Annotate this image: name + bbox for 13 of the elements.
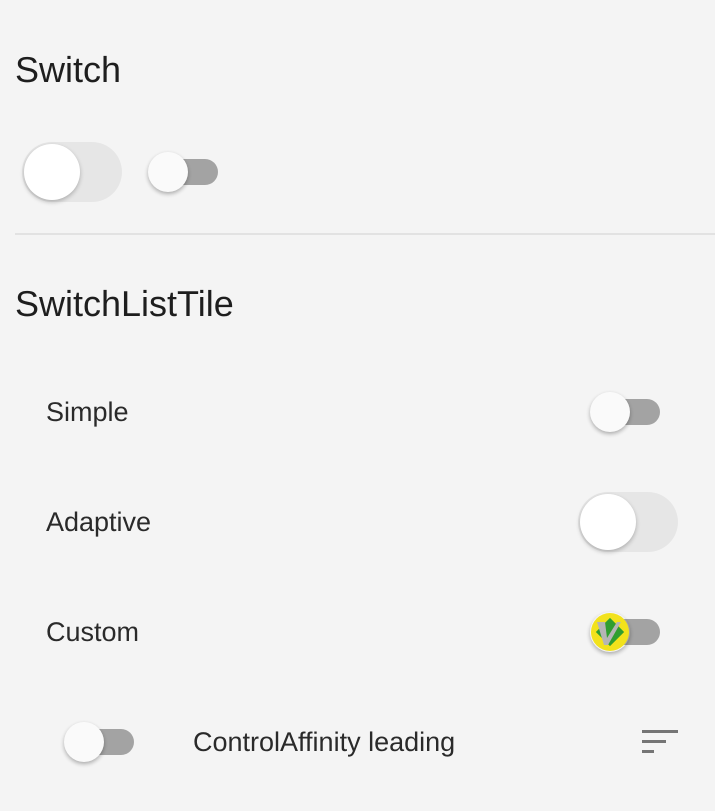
toggle-switch[interactable] xyxy=(590,392,660,432)
toggle-switch[interactable] xyxy=(590,612,660,652)
tile-label: Adaptive xyxy=(46,506,152,538)
toggle-switch[interactable] xyxy=(22,142,122,202)
tile-label: ControlAffinity leading xyxy=(193,726,456,758)
diamond-icon xyxy=(590,612,630,652)
toggle-switch[interactable] xyxy=(578,492,678,552)
tile-label: Custom xyxy=(46,616,140,648)
toggle-switch[interactable] xyxy=(64,722,134,762)
section-heading: Switch xyxy=(15,48,122,92)
tile-label: Simple xyxy=(46,396,130,428)
section-heading: SwitchListTile xyxy=(15,282,234,326)
toggle-switch[interactable] xyxy=(148,152,218,192)
